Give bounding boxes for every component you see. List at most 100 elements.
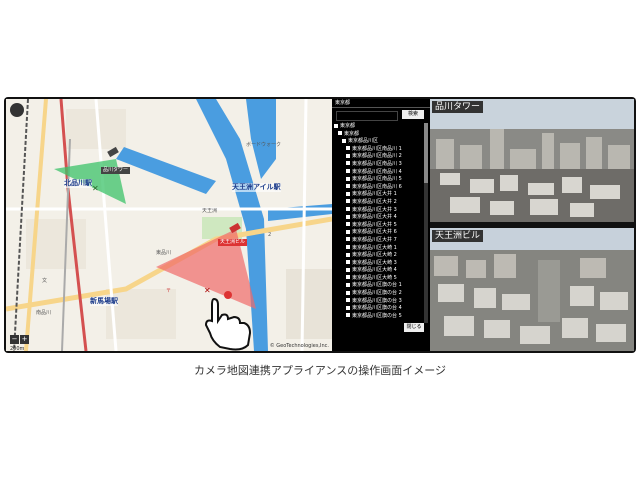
application-frame: ✕ ✕ 北品川駅 新馬場駅 天王洲アイル駅 ボードウォーク 天王洲 文 東品川 … [4, 97, 636, 353]
checkbox-icon[interactable] [342, 138, 346, 143]
caption: カメラ地図連携アプライアンスの操作画面イメージ [193, 364, 447, 377]
tree-item[interactable]: 東京都品川区 [334, 138, 422, 146]
tree-header: 東京都 [332, 99, 430, 108]
map-scale: 200m [10, 346, 25, 351]
map-label-area-number: 2 [268, 232, 272, 238]
checkbox-icon[interactable] [346, 252, 350, 257]
checkbox-icon[interactable] [338, 131, 342, 136]
checkbox-icon[interactable] [346, 199, 350, 204]
checkbox-icon[interactable] [346, 161, 350, 166]
checkbox-icon[interactable] [346, 222, 350, 227]
tree-item[interactable]: 東京都品川区大崎 2 [334, 252, 422, 260]
checkbox-icon[interactable] [334, 123, 338, 128]
tree-item-label: 東京都品川区南品川 3 [352, 160, 402, 167]
checkbox-icon[interactable] [346, 169, 350, 174]
tree-item-label: 東京都品川区大井 6 [352, 229, 397, 236]
checkbox-icon[interactable] [346, 290, 350, 295]
camera-tag-tennozu-building[interactable]: 天王洲ビル [218, 239, 248, 246]
tree-item-label: 東京都品川区旗の台 2 [352, 290, 402, 297]
tree-item[interactable]: 東京都品川区大井 6 [334, 229, 422, 237]
camera-feed-2[interactable]: 天王洲ビル [430, 228, 634, 351]
map-view[interactable]: ✕ ✕ 北品川駅 新馬場駅 天王洲アイル駅 ボードウォーク 天王洲 文 東品川 … [6, 99, 332, 351]
tree-item[interactable]: 東京都品川区旗の台 4 [334, 305, 422, 313]
tree-item[interactable]: 東京都品川区旗の台 5 [334, 313, 422, 321]
checkbox-icon[interactable] [346, 260, 350, 265]
checkbox-icon[interactable] [346, 153, 350, 158]
map-label-tennozu: 天王洲 [202, 208, 218, 214]
compass-icon[interactable] [10, 103, 24, 117]
camera-image-2 [430, 228, 634, 351]
tree-item[interactable]: 東京都品川区旗の台 2 [334, 290, 422, 298]
checkbox-icon[interactable] [346, 275, 350, 280]
zoom-in-button[interactable]: + [20, 335, 29, 344]
camera-tag-shinagawa-tower[interactable]: 品川タワー [101, 167, 131, 174]
tree-item-label: 東京都品川区大井 1 [352, 191, 397, 198]
checkbox-icon[interactable] [346, 313, 350, 318]
station-label-shinbamba: 新馬場駅 [90, 297, 118, 306]
tree-item[interactable]: 東京都品川区大井 4 [334, 214, 422, 222]
tree-item-label: 東京都 [340, 123, 356, 129]
svg-text:✕: ✕ [204, 286, 211, 295]
zoom-out-button[interactable]: − [10, 335, 19, 344]
police-icon: 〒 [166, 288, 172, 294]
tree-item-label: 東京都品川区南品川 4 [352, 168, 402, 175]
tree-item[interactable]: 東京都品川区大崎 1 [334, 245, 422, 253]
tree-item-label: 東京都品川区南品川 5 [352, 176, 402, 183]
tree-item-label: 東京都品川区大井 4 [352, 214, 397, 221]
tree-item[interactable]: 東京都品川区南品川 2 [334, 153, 422, 161]
checkbox-icon[interactable] [346, 191, 350, 196]
station-label-kitashinagawa: 北品川駅 [64, 179, 92, 188]
checkbox-icon[interactable] [346, 282, 350, 287]
tree-item[interactable]: 東京都品川区大井 2 [334, 199, 422, 207]
tree-item-label: 東京都品川区大崎 5 [352, 274, 397, 281]
scrollbar-thumb[interactable] [424, 123, 428, 183]
search-row: 検索 [332, 108, 430, 122]
station-label-tennozu-isle: 天王洲アイル駅 [232, 183, 281, 192]
checkbox-icon[interactable] [346, 229, 350, 234]
checkbox-icon[interactable] [346, 267, 350, 272]
checkbox-icon[interactable] [346, 245, 350, 249]
checkbox-icon[interactable] [346, 214, 350, 219]
tree-item-label: 東京都品川区大井 3 [352, 206, 397, 213]
camera-label-2: 天王洲ビル [432, 230, 484, 242]
svg-text:✕: ✕ [92, 184, 99, 193]
tree-item[interactable]: 東京都品川区南品川 5 [334, 176, 422, 184]
tree-item[interactable]: 東京都品川区南品川 3 [334, 161, 422, 169]
tree-item[interactable]: 東京都品川区大崎 4 [334, 267, 422, 275]
camera-tree-panel: 東京都 検索 東京都 東京都 東京都品川区 東京都品川区南品川 1 東京都品川区南品川 … [332, 99, 430, 351]
tree-item-label: 東京都品川区旗の台 5 [352, 312, 402, 319]
checkbox-icon[interactable] [346, 207, 350, 212]
checkbox-icon[interactable] [346, 146, 350, 151]
search-button[interactable]: 検索 [402, 110, 424, 119]
tree-item-label: 東京都品川区大崎 2 [352, 252, 397, 259]
checkbox-icon[interactable] [346, 298, 350, 303]
tree-item-label: 東京都品川区旗の台 4 [352, 305, 402, 312]
tree-item[interactable]: 東京都 [334, 123, 422, 131]
tree-item-label: 東京都品川区旗の台 1 [352, 282, 402, 289]
tree-scrollbar[interactable] [424, 123, 428, 323]
tree-item-label: 東京都品川区南品川 6 [352, 183, 402, 190]
checkbox-icon[interactable] [346, 176, 350, 181]
tree-item[interactable]: 東京都品川区大井 7 [334, 237, 422, 245]
map-label-minami-shinagawa: 南品川 [36, 310, 52, 316]
map-label-boardwalk: ボードウォーク [246, 142, 282, 148]
close-button[interactable]: 閉じる [404, 323, 424, 332]
search-input[interactable] [336, 111, 398, 121]
tree-item-label: 東京都 [344, 130, 360, 137]
checkbox-icon[interactable] [346, 237, 350, 242]
tree-item[interactable]: 東京都品川区大井 1 [334, 191, 422, 199]
tree-item[interactable]: 東京都品川区旗の台 1 [334, 282, 422, 290]
camera-feed-1[interactable]: 品川タワー [430, 99, 634, 222]
tree-item-label: 東京都品川区南品川 2 [352, 153, 402, 160]
checkbox-icon[interactable] [346, 184, 350, 189]
tree-item[interactable]: 東京都品川区大井 3 [334, 207, 422, 215]
camera-image-1 [430, 99, 634, 222]
tree-item-label: 東京都品川区大井 2 [352, 198, 397, 205]
camera-label-1: 品川タワー [432, 101, 484, 113]
tree-list: 東京都 東京都 東京都品川区 東京都品川区南品川 1 東京都品川区南品川 2 東京都品川区… [334, 123, 422, 320]
tree-item-label: 東京都品川区大崎 4 [352, 267, 397, 274]
tree-item-label: 東京都品川区大崎 3 [352, 259, 397, 266]
checkbox-icon[interactable] [346, 305, 350, 310]
map-copyright: © GeoTechnologies,Inc. [269, 343, 329, 349]
tree-item-label: 東京都品川区大崎 1 [352, 244, 397, 251]
